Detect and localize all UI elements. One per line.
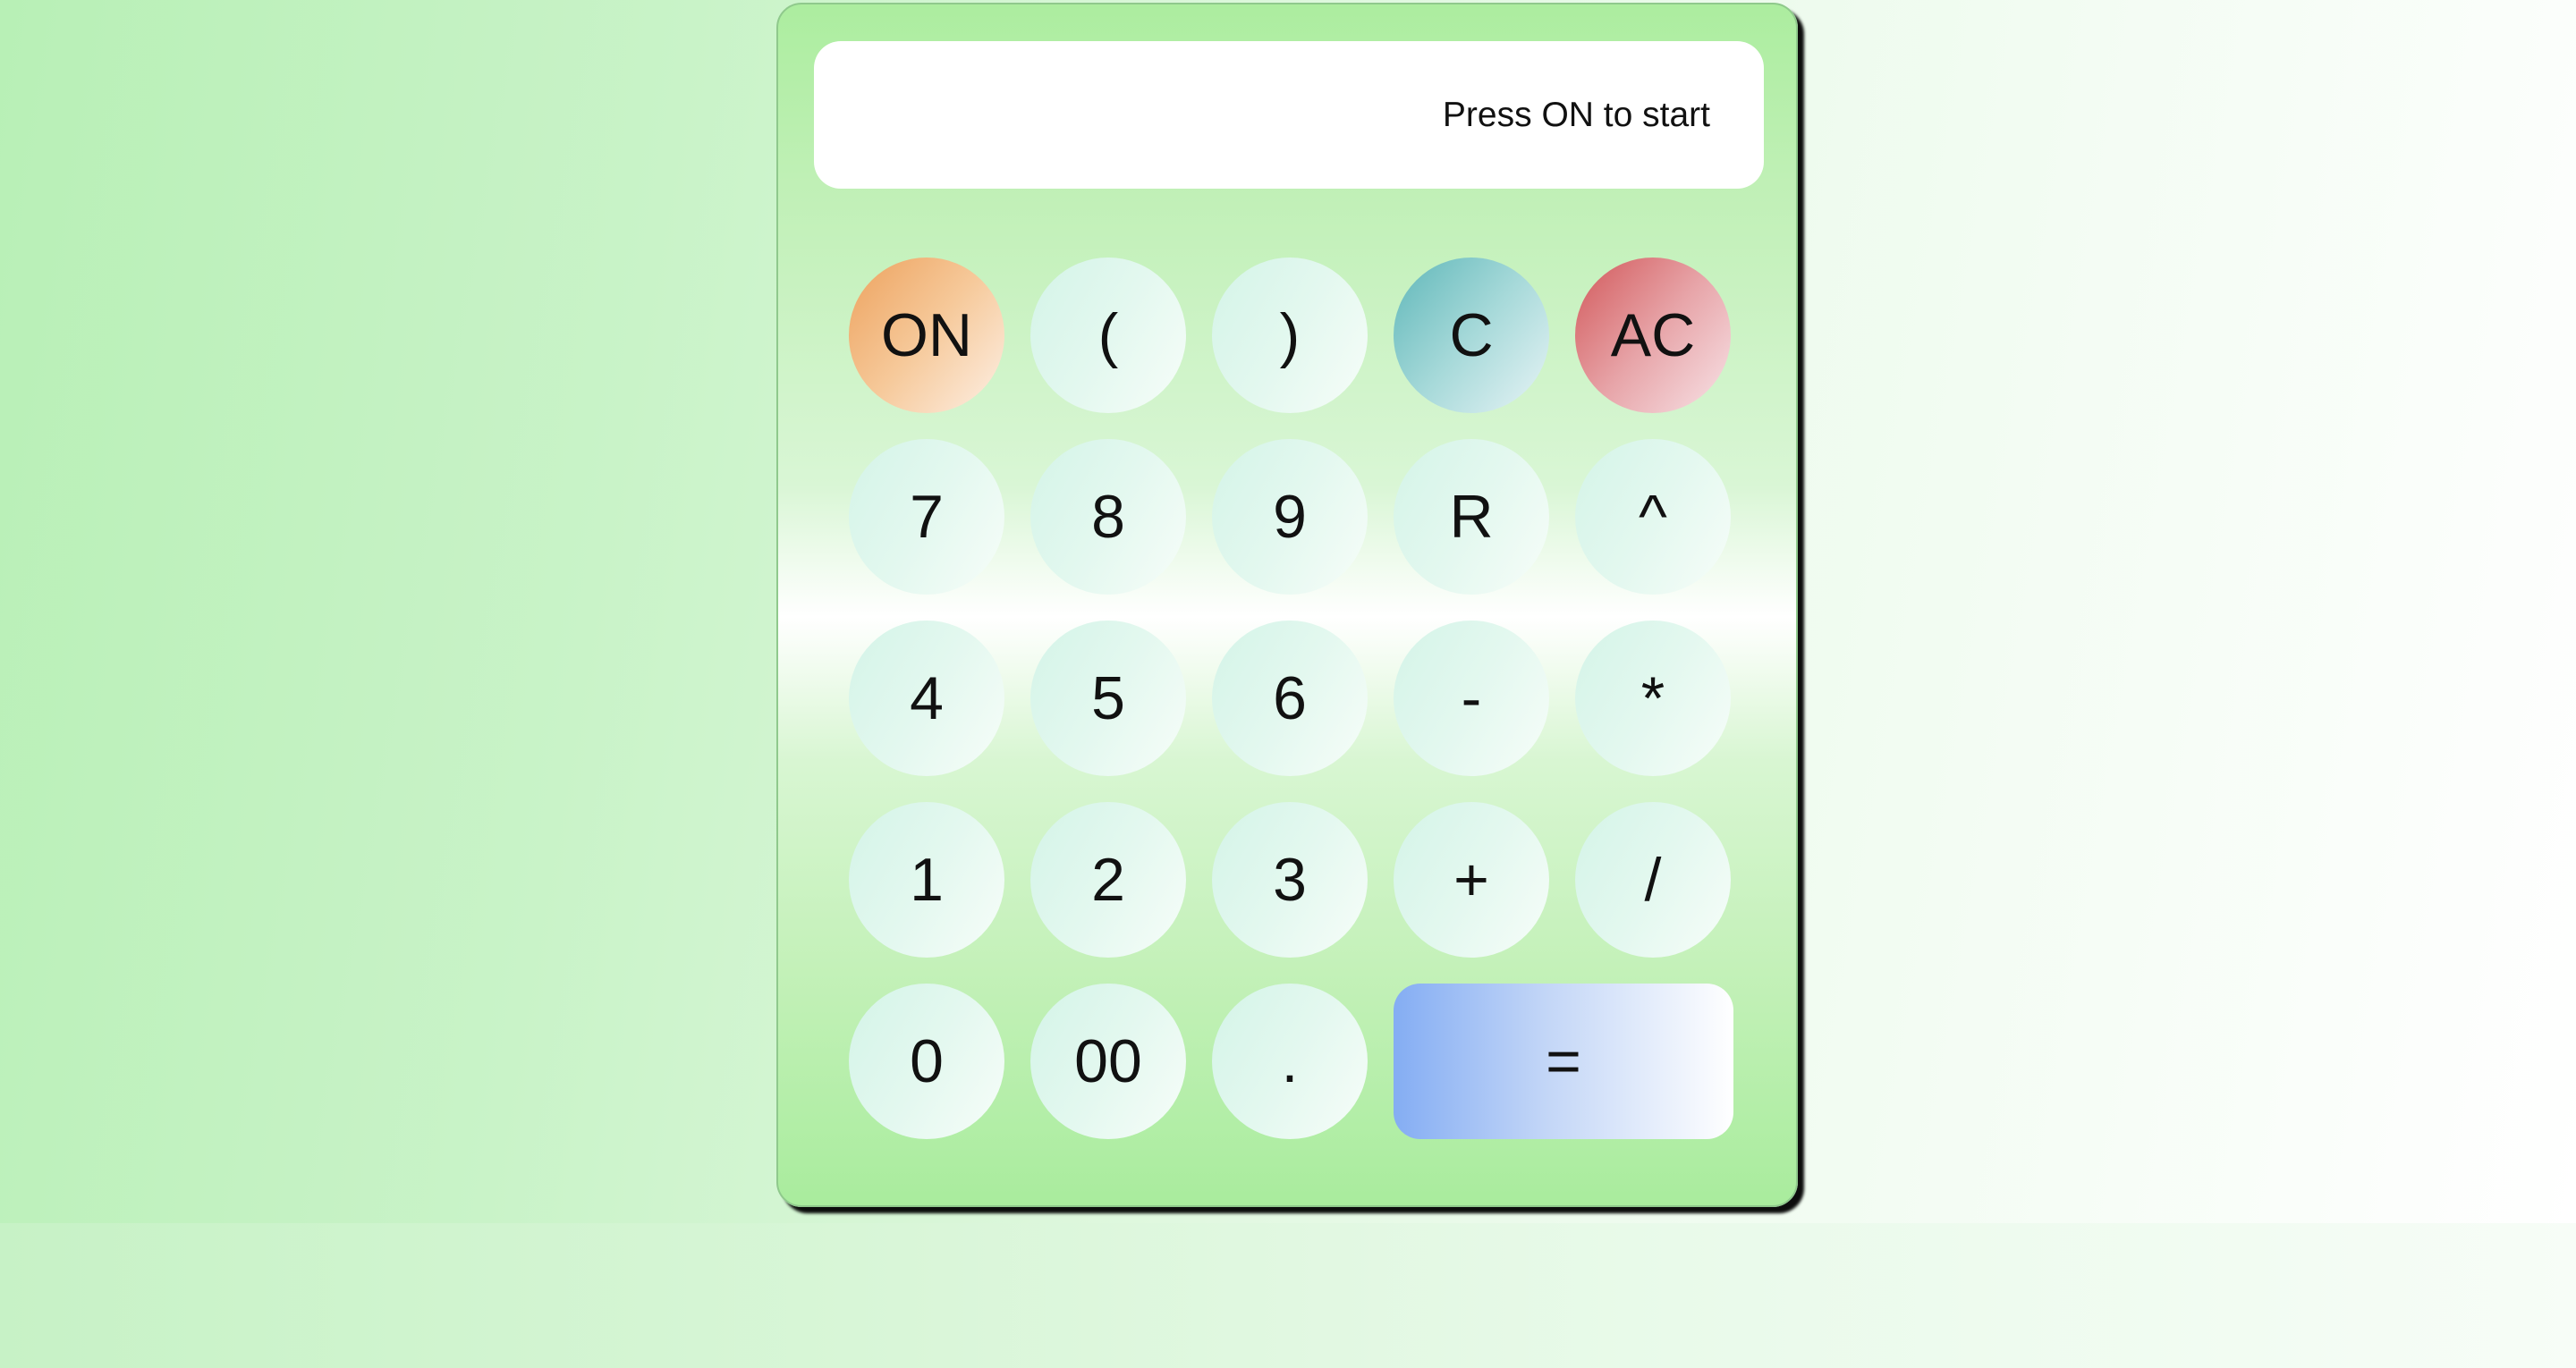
on-button[interactable]: ON xyxy=(849,258,1004,413)
all-clear-button[interactable]: AC xyxy=(1575,258,1731,413)
digit-8-button[interactable]: 8 xyxy=(1030,439,1186,595)
digit-0-button[interactable]: 0 xyxy=(849,984,1004,1139)
display-text: Press ON to start xyxy=(1442,95,1710,134)
digit-3-button[interactable]: 3 xyxy=(1212,802,1368,958)
left-paren-button[interactable]: ( xyxy=(1030,258,1186,413)
multiply-button[interactable]: * xyxy=(1575,621,1731,776)
double-zero-button[interactable]: 00 xyxy=(1030,984,1186,1139)
digit-2-button[interactable]: 2 xyxy=(1030,802,1186,958)
digit-5-button[interactable]: 5 xyxy=(1030,621,1186,776)
root-button[interactable]: R xyxy=(1394,439,1549,595)
calculator: Press ON to start ON ( ) C AC 7 8 9 R ^ … xyxy=(776,3,1798,1207)
digit-9-button[interactable]: 9 xyxy=(1212,439,1368,595)
equals-button[interactable]: = xyxy=(1394,984,1733,1139)
minus-button[interactable]: - xyxy=(1394,621,1549,776)
right-paren-button[interactable]: ) xyxy=(1212,258,1368,413)
digit-1-button[interactable]: 1 xyxy=(849,802,1004,958)
digit-4-button[interactable]: 4 xyxy=(849,621,1004,776)
clear-button[interactable]: C xyxy=(1394,258,1549,413)
digit-7-button[interactable]: 7 xyxy=(849,439,1004,595)
divide-button[interactable]: / xyxy=(1575,802,1731,958)
page-footer-band xyxy=(0,1223,2576,1368)
digit-6-button[interactable]: 6 xyxy=(1212,621,1368,776)
plus-button[interactable]: + xyxy=(1394,802,1549,958)
decimal-button[interactable]: . xyxy=(1212,984,1368,1139)
display: Press ON to start xyxy=(814,41,1764,189)
power-button[interactable]: ^ xyxy=(1575,439,1731,595)
